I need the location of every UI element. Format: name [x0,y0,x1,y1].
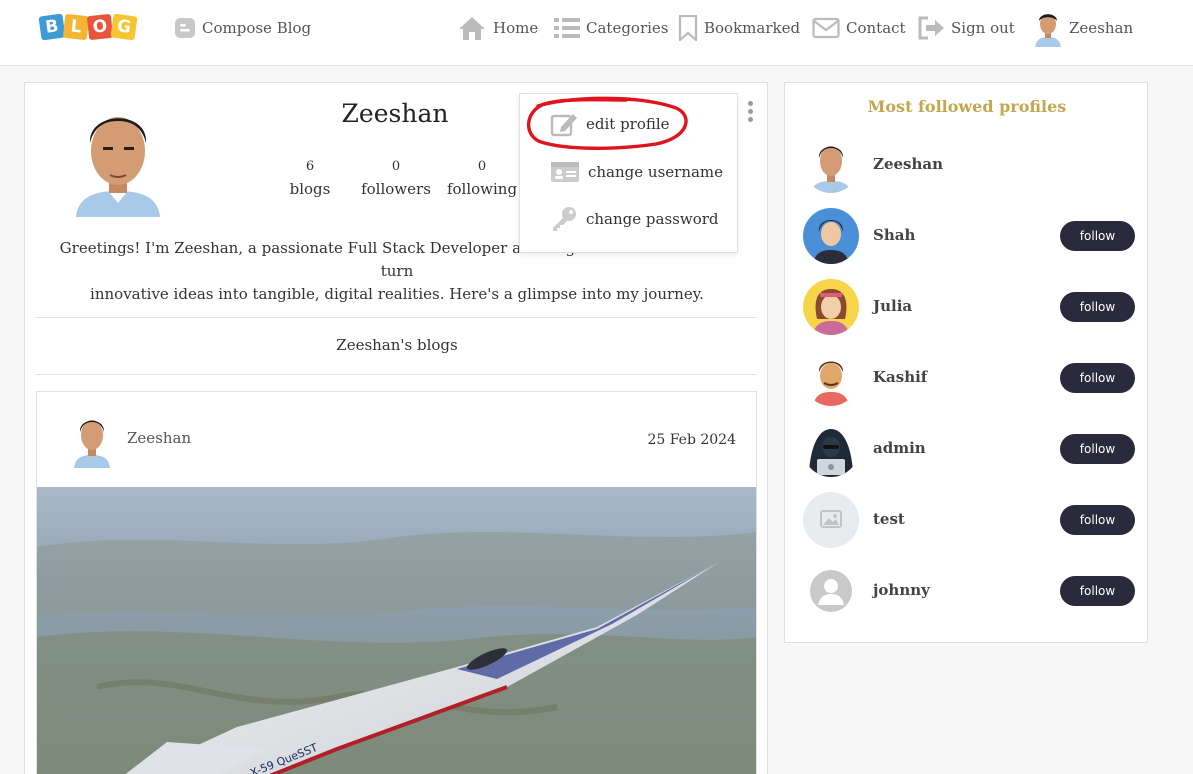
follow-button[interactable]: follow [1060,576,1135,606]
stat-following[interactable]: 0 following [437,155,527,201]
bookmark-icon [678,15,698,41]
post-date: 25 Feb 2024 [647,432,736,448]
navbar: B L O G Compose Blog Home Categories Boo… [0,0,1193,66]
sidebar-title: Most followed profiles [867,97,1067,116]
nav-home-label: Home [493,19,539,37]
avatar [803,421,859,477]
nav-contact-label: Contact [846,19,906,37]
compose-blog-link[interactable]: Compose Blog [174,14,311,42]
envelope-icon [812,17,840,39]
menu-change-password-label: change password [586,210,719,228]
nav-bookmarked[interactable]: Bookmarked [678,14,800,42]
nav-home[interactable]: Home [457,14,538,42]
id-card-icon [551,162,579,182]
stat-blogs-label: blogs [289,180,331,198]
stat-followers-label: followers [361,180,431,198]
follow-button[interactable]: follow [1060,363,1135,393]
profile-name: johnny [873,581,930,599]
profile-name: Zeeshan [341,99,449,128]
avatar [803,137,859,193]
follow-button[interactable]: follow [1060,221,1135,251]
profile-row-zeeshan[interactable]: Zeeshan [803,137,1137,193]
blog-post-card[interactable]: Zeeshan 25 Feb 2024 X-59 QueSST [36,391,757,774]
blog-logo[interactable]: B L O G [38,11,140,47]
image-placeholder-icon [803,492,859,548]
post-author-avatar [74,420,110,468]
stat-blogs[interactable]: 6 blogs [265,155,355,201]
blogs-heading: Zeeshan's blogs [336,336,458,354]
profile-row-shah[interactable]: Shah follow [803,208,1137,264]
menu-change-username-label: change username [588,163,724,181]
profile-name: test [873,510,905,528]
user-avatar-icon [1035,14,1061,47]
nav-contact[interactable]: Contact [812,14,906,42]
profile-name: admin [873,439,926,457]
menu-edit-profile-label: edit profile [586,115,670,133]
nav-categories[interactable]: Categories [554,14,669,42]
default-avatar-icon [803,563,859,619]
nav-bookmarked-label: Bookmarked [704,19,801,37]
compose-blog-label: Compose Blog [202,19,312,37]
stat-following-value: 0 [477,159,487,174]
profile-options-menu: edit profile change username change pass… [519,93,738,253]
nav-user-name: Zeeshan [1069,19,1134,37]
stat-following-label: following [446,180,518,198]
follow-button[interactable]: follow [1060,292,1135,322]
profile-row-kashif[interactable]: Kashif follow [803,350,1137,406]
bio-line-2: innovative ideas into tangible, digital … [90,285,704,303]
profile-avatar [76,117,160,217]
key-icon [553,207,576,231]
stat-followers[interactable]: 0 followers [351,155,441,201]
profile-row-test[interactable]: test follow [803,492,1137,548]
sign-out-icon [918,16,944,40]
avatar [803,350,859,406]
avatar [803,279,859,335]
divider [35,317,757,318]
menu-change-username[interactable]: change username [550,157,723,187]
avatar [803,208,859,264]
follow-button[interactable]: follow [1060,434,1135,464]
home-icon [459,17,485,40]
nav-categories-label: Categories [586,19,669,37]
profile-row-julia[interactable]: Julia follow [803,279,1137,335]
blogger-icon [175,18,195,38]
profile-name: Shah [873,226,916,244]
stat-followers-value: 0 [391,159,401,174]
nav-user-profile[interactable]: Zeeshan [1033,14,1134,47]
nav-signout[interactable]: Sign out [917,14,1015,42]
most-followed-card: Most followed profiles Zeeshan Shah foll… [784,82,1148,643]
edit-icon [550,114,577,137]
post-author[interactable]: Zeeshan [127,429,191,447]
list-icon [554,18,580,38]
follow-button[interactable]: follow [1060,505,1135,535]
post-cover-image[interactable]: X-59 QueSST [37,487,757,774]
profile-name: Julia [873,297,913,315]
menu-edit-profile[interactable]: edit profile [550,109,670,139]
more-options-icon[interactable] [745,101,755,127]
profile-row-admin[interactable]: admin follow [803,421,1137,477]
nav-signout-label: Sign out [951,19,1015,37]
stat-blogs-value: 6 [305,159,315,174]
profile-name: Zeeshan [873,155,944,173]
menu-change-password[interactable]: change password [550,204,719,234]
profile-row-johnny[interactable]: johnny follow [803,563,1137,619]
divider [35,374,757,375]
profile-name: Kashif [873,368,928,386]
